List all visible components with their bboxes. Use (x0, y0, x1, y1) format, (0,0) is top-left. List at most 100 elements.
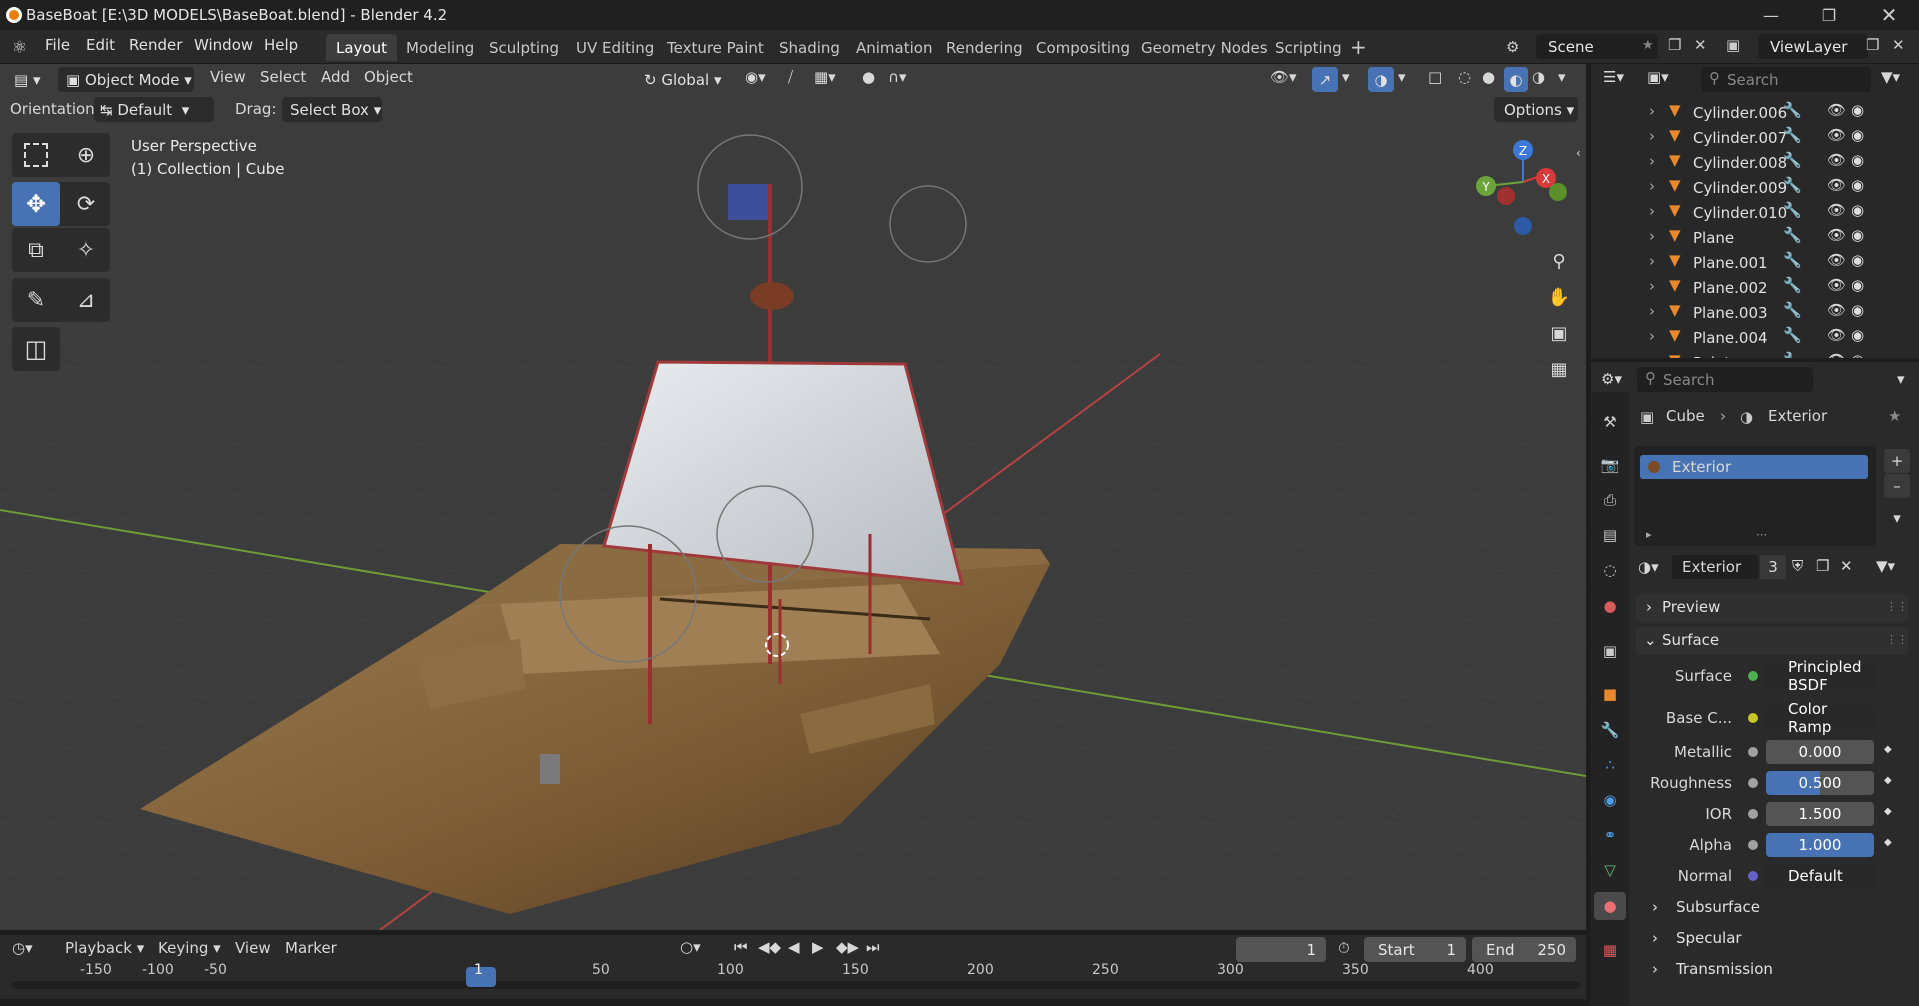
expand-arrow-icon[interactable]: › (1649, 202, 1655, 220)
outliner-row[interactable]: › ▼ Plane 🔧 👁 ◉ (1591, 225, 1919, 250)
eye-icon[interactable]: 👁 (1827, 201, 1846, 219)
menu-playback[interactable]: Playback ▾ (65, 939, 144, 957)
modifier-icon[interactable]: 🔧 (1783, 151, 1802, 169)
modifier-icon[interactable]: 🔧 (1783, 276, 1802, 294)
jump-end-icon[interactable]: ⏭ (866, 938, 880, 956)
perspective-toggle-icon[interactable]: ▦ (1544, 354, 1574, 384)
rendered-shading-icon[interactable]: ◑ (1532, 68, 1545, 86)
texture-tab-icon[interactable]: ▦ (1600, 940, 1620, 960)
solid-shading-icon[interactable]: ● (1482, 68, 1495, 86)
fake-user-icon[interactable]: ⛨ (1792, 557, 1803, 575)
remove-slot-button[interactable]: – (1884, 474, 1910, 498)
zoom-icon[interactable]: ⚲ (1544, 246, 1574, 276)
keyframe-diamond-icon[interactable]: ◆ (1884, 744, 1892, 755)
outliner-item-name[interactable]: Cylinder.007 (1693, 129, 1787, 147)
outliner-item-name[interactable]: Plane.002 (1693, 279, 1768, 297)
timeline-editor-type-icon[interactable]: ◷▾ (12, 939, 33, 957)
empty-gizmo-2[interactable] (889, 185, 967, 263)
tab-modeling[interactable]: Modeling (396, 34, 484, 61)
proportional-edit-icon[interactable]: ● (862, 68, 875, 86)
material-tab-icon[interactable]: ● (1594, 892, 1626, 920)
blender-menu-icon[interactable]: ⚛ (12, 38, 32, 58)
modifier-icon[interactable]: 🔧 (1783, 176, 1802, 194)
user-count[interactable]: 3 (1760, 555, 1786, 579)
keyframe-diamond-icon[interactable]: ◆ (1884, 837, 1892, 848)
current-frame-field[interactable]: 1 (1236, 937, 1326, 962)
outliner-row[interactable]: › ▼ Plane.004 🔧 👁 ◉ (1591, 325, 1919, 350)
transmission-panel-title[interactable]: Transmission (1676, 960, 1773, 978)
outliner-item-name[interactable]: Cylinder.010 (1693, 204, 1787, 222)
filter-icon[interactable]: ▼▾ (1881, 68, 1900, 86)
socket-dot-icon[interactable] (1748, 809, 1758, 819)
outliner-item-name[interactable]: Cylinder.006 (1693, 104, 1787, 122)
material-slot-row[interactable]: Exterior (1640, 455, 1868, 479)
property-field[interactable]: Default (1766, 864, 1874, 888)
modifier-tab-icon[interactable]: 🔧 (1600, 720, 1620, 740)
outliner-row[interactable]: › ▼ Plane.001 🔧 👁 ◉ (1591, 250, 1919, 275)
expand-arrow-icon[interactable]: › (1649, 102, 1655, 120)
camera-icon[interactable]: ◉ (1851, 226, 1864, 244)
view-layer-tab-icon[interactable]: ▤ (1600, 525, 1620, 545)
outliner-item-name[interactable]: Plane.003 (1693, 304, 1768, 322)
drag-handle-icon[interactable]: ⋮⋮ (1886, 600, 1908, 613)
options-button[interactable]: Options ▾ (1494, 97, 1578, 122)
snap-icon[interactable]: ⧸ (788, 68, 793, 86)
eye-icon[interactable]: 👁 (1827, 326, 1846, 344)
view-layer-icon[interactable]: ▣ (1726, 36, 1740, 54)
socket-dot-icon[interactable] (1748, 713, 1758, 723)
expand-arrow-icon[interactable]: › (1649, 352, 1655, 358)
modifier-icon[interactable]: 🔧 (1783, 301, 1802, 319)
neg-x-axis-ball[interactable] (1497, 187, 1515, 205)
camera-icon[interactable]: ◉ (1851, 251, 1864, 269)
material-name-field[interactable]: Exterior (1672, 555, 1758, 579)
tab-scripting[interactable]: Scripting (1265, 34, 1352, 61)
outliner-row[interactable]: › ▼ Plane.002 🔧 👁 ◉ (1591, 275, 1919, 300)
property-field[interactable]: Principled BSDF (1766, 658, 1874, 694)
start-frame-field[interactable]: Start 1 (1364, 937, 1466, 962)
expand-arrow-icon[interactable]: › (1649, 152, 1655, 170)
pin-icon[interactable]: ★ (1888, 407, 1901, 425)
eye-icon[interactable]: 👁 (1827, 151, 1846, 169)
drag-handle-icon[interactable]: ⋮⋮ (1886, 633, 1908, 646)
measure-tool[interactable]: ⊿ (62, 278, 110, 322)
outliner-row[interactable]: › ▼ Plane.003 🔧 👁 ◉ (1591, 300, 1919, 325)
particles-tab-icon[interactable]: ∴ (1600, 755, 1620, 775)
properties-editor-type-icon[interactable]: ⚙▾ (1601, 370, 1622, 388)
delete-scene-icon[interactable]: ✕ (1694, 36, 1707, 54)
add-workspace-icon[interactable]: + (1350, 35, 1367, 59)
menu-object[interactable]: Object (364, 68, 413, 86)
xray-icon[interactable]: □ (1428, 68, 1442, 86)
world-tab-icon[interactable]: ● (1600, 596, 1620, 616)
output-tab-icon[interactable]: ⎙ (1600, 490, 1620, 510)
maximize-button[interactable]: ❐ (1802, 0, 1856, 30)
resize-handle-icon[interactable]: ⋯ (1756, 528, 1767, 541)
tab-animation[interactable]: Animation (846, 34, 942, 61)
menu-file[interactable]: File (45, 36, 70, 54)
menu-add[interactable]: Add (321, 68, 350, 86)
modifier-icon[interactable]: 🔧 (1783, 101, 1802, 119)
add-slot-button[interactable]: + (1884, 449, 1910, 473)
menu-window[interactable]: Window (194, 36, 253, 54)
jump-start-icon[interactable]: ⏮ (734, 938, 748, 956)
snap-target-icon[interactable]: ▦▾ (814, 68, 836, 86)
outliner-item-name[interactable]: Plane.004 (1693, 329, 1768, 347)
outliner-item-name[interactable]: Point (1693, 354, 1730, 359)
camera-icon[interactable]: ◉ (1851, 151, 1864, 169)
property-field[interactable]: Color Ramp (1766, 700, 1874, 736)
expand-arrow-icon[interactable]: › (1649, 327, 1655, 345)
eye-icon[interactable]: 👁 (1827, 226, 1846, 244)
material-preview-icon[interactable]: ◐ (1504, 67, 1528, 92)
outliner-item-name[interactable]: Cylinder.008 (1693, 154, 1787, 172)
editor-type-button[interactable]: ▤ ▾ (10, 67, 50, 92)
property-field[interactable]: 1.000 (1766, 833, 1874, 857)
menu-edit[interactable]: Edit (86, 36, 115, 54)
property-field[interactable]: 0.500 (1766, 771, 1874, 795)
expand-arrow-icon[interactable]: › (1649, 177, 1655, 195)
menu-keying[interactable]: Keying ▾ (158, 939, 221, 957)
object-tab-icon[interactable]: ■ (1600, 684, 1620, 704)
eye-icon[interactable]: 👁 (1827, 176, 1846, 194)
expand-arrow-icon[interactable]: › (1649, 252, 1655, 270)
timeline-scrollbar[interactable] (12, 981, 1580, 989)
eye-icon[interactable]: 👁 (1827, 276, 1846, 294)
modifier-icon[interactable]: 🔧 (1783, 126, 1802, 144)
